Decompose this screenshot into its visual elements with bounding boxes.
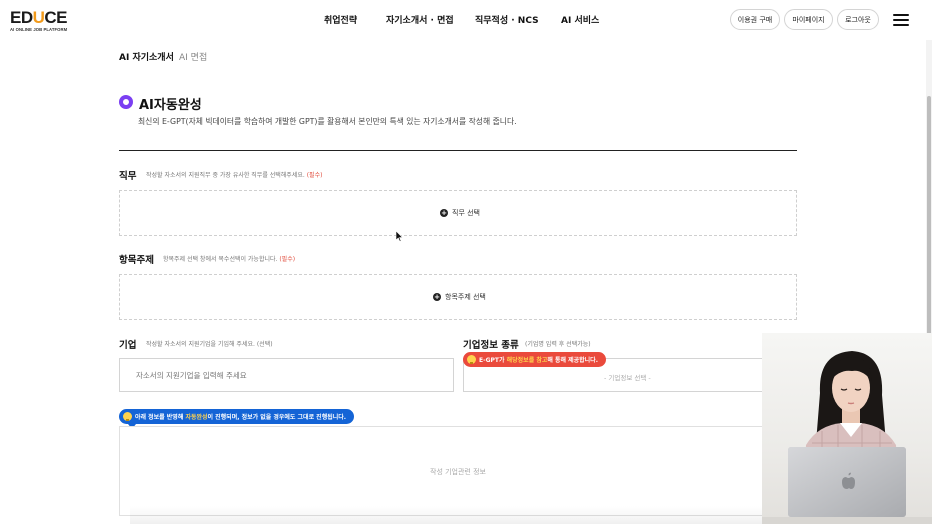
lightbulb-icon [467, 355, 476, 364]
section-title: AI자동완성 [139, 98, 202, 113]
nav-item-ai-service[interactable]: AI 서비스 [561, 13, 599, 26]
egpt-tooltip: E-GPT가 해당정보를 참고해 통해 제공합니다. [463, 352, 606, 367]
company-info-label: 기업정보 종류 [463, 340, 519, 351]
scrollbar-thumb[interactable] [927, 96, 931, 366]
presenter-illustration [762, 351, 932, 524]
webcam-presenter-video [762, 333, 932, 524]
logout-button[interactable]: 로그아웃 [837, 9, 879, 30]
mouse-cursor-icon [396, 231, 404, 242]
autocomplete-notice-tooltip: 아래 정보를 반영해 자동완성이 진행되며, 정보가 없을 경우에도 그대로 진… [119, 409, 355, 424]
company-hint: 작성할 자소서의 지원기업을 기입해 주세요. (선택) [146, 341, 273, 348]
purchase-pass-button[interactable]: 이용권 구매 [730, 9, 780, 30]
company-info-hint: (기업명 입력 후 선택가능) [525, 341, 591, 348]
plus-circle-icon: + [440, 209, 448, 217]
lightbulb-icon [123, 412, 132, 421]
plus-circle-icon: + [433, 293, 441, 301]
bottom-shadow [130, 506, 830, 524]
section-bullet-icon [119, 95, 133, 109]
nav-item-career-strategy[interactable]: 취업전략 [324, 13, 357, 26]
required-mark: (필수) [306, 172, 323, 179]
topic-select-button[interactable]: + 항목주제 선택 [433, 292, 486, 302]
company-label: 기업 [119, 340, 137, 351]
mypage-button[interactable]: 마이페이지 [784, 9, 833, 30]
tab-ai-interview[interactable]: AI 면접 [179, 50, 207, 63]
job-label: 직무 [119, 171, 137, 182]
top-header: EDUCE AI ONLINE JOB PLATFORM 취업전략 자기소개서 … [0, 0, 932, 40]
educe-logo[interactable]: EDUCE AI ONLINE JOB PLATFORM [10, 9, 72, 35]
company-related-info-placeholder: 작성 기업관련 정보 [430, 468, 486, 476]
nav-item-aptitude-ncs[interactable]: 직무적성 · NCS [475, 13, 539, 26]
page: EDUCE AI ONLINE JOB PLATFORM 취업전략 자기소개서 … [0, 0, 932, 524]
topic-select-label: 항목주제 선택 [445, 293, 486, 301]
job-select-label: 직무 선택 [452, 209, 480, 217]
nav-item-cover-letter-interview[interactable]: 자기소개서 · 면접 [386, 13, 454, 26]
job-hint: 작성할 자소서의 지원직무 중 가장 유사한 직무를 선택해주세요. (필수) [146, 172, 323, 179]
hamburger-menu-icon[interactable] [893, 14, 909, 26]
tab-ai-cover-letter[interactable]: AI 자기소개서 [119, 50, 174, 63]
job-select-button[interactable]: + 직무 선택 [440, 208, 480, 218]
section-description: 최신의 E-GPT(자체 빅데이터를 학습하여 개발한 GPT)를 활용해서 본… [138, 117, 517, 126]
company-name-input[interactable]: 자소서의 지원기업을 입력해 주세요 [119, 358, 454, 392]
logo-wordmark: EDUCE [10, 8, 68, 27]
topic-label: 항목주제 [119, 255, 154, 266]
company-info-select-placeholder: - 기업정보 선택 - [604, 374, 651, 382]
section-divider [119, 150, 797, 151]
topic-hint: 항목주제 선택 창에서 복수선택이 가능합니다. (필수) [163, 256, 296, 263]
logo-tagline: AI ONLINE JOB PLATFORM [10, 27, 68, 32]
required-mark: (필수) [279, 256, 296, 263]
